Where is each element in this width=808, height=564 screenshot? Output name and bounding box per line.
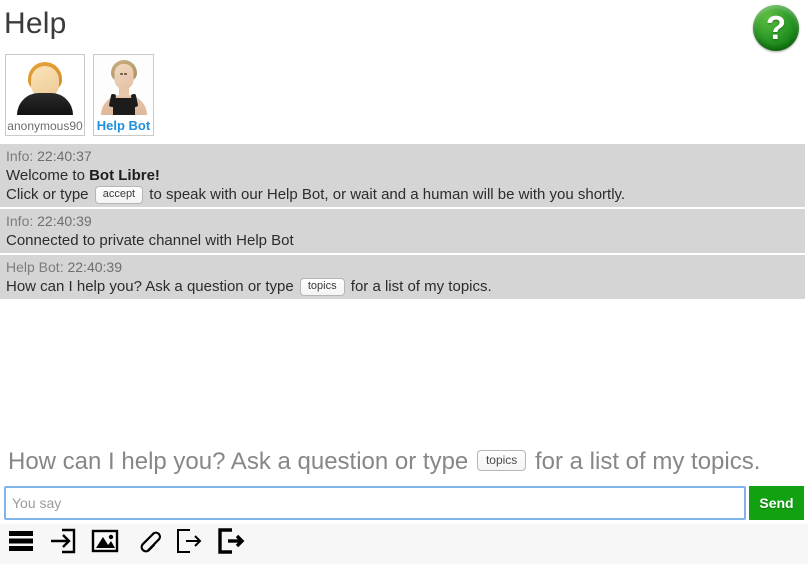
avatar [94, 55, 153, 115]
login-icon[interactable] [46, 524, 80, 558]
message-body: Connected to private channel with Help B… [6, 231, 799, 250]
message-sender: Help Bot: [6, 259, 64, 275]
participant-anonymous90[interactable]: anonymous90 [5, 54, 85, 136]
message-time: 22:40:37 [37, 148, 92, 164]
topics-button[interactable]: topics [300, 278, 345, 296]
message-time: 22:40:39 [67, 259, 122, 275]
message-body-line-1: Welcome to Bot Libre! [6, 166, 799, 185]
message-time: 22:40:39 [37, 213, 92, 229]
export-icon[interactable] [172, 524, 206, 558]
chat-message-row: Help Bot: 22:40:39 How can I help you? A… [0, 255, 805, 301]
chat-log[interactable]: Info: 22:40:37 Welcome to Bot Libre! Cli… [0, 144, 805, 440]
send-button[interactable]: Send [749, 486, 804, 520]
accept-prefix-text: Click or type [6, 186, 89, 203]
help-chat-page: Help ? anonymous90 [0, 0, 808, 564]
page-title: Help [4, 4, 67, 44]
chat-message-row: Info: 22:40:37 Welcome to Bot Libre! Cli… [0, 144, 805, 209]
help-icon-button[interactable]: ? [753, 5, 799, 51]
message-input-row: Send [4, 486, 804, 520]
image-icon[interactable] [88, 524, 122, 558]
topics-prefix-text: How can I help you? Ask a question or ty… [6, 278, 294, 295]
message-body-line-2: Click or type accept to speak with our H… [6, 185, 799, 204]
message-header: Info: 22:40:37 [6, 146, 799, 166]
message-sender: Info: [6, 148, 33, 164]
message-header: Info: 22:40:39 [6, 211, 799, 231]
prompt-prefix-text: How can I help you? Ask a question or ty… [8, 448, 468, 475]
message-body: How can I help you? Ask a question or ty… [6, 277, 799, 296]
avatar [6, 55, 84, 115]
participant-list: anonymous90 Help Bot [5, 54, 154, 136]
welcome-text: Welcome to [6, 167, 89, 184]
bot-prompt-line: How can I help you? Ask a question or ty… [8, 447, 798, 477]
participant-help-bot[interactable]: Help Bot [93, 54, 154, 136]
topics-suffix-text: for a list of my topics. [351, 278, 492, 295]
participant-name: Help Bot [94, 118, 153, 133]
accept-button[interactable]: accept [95, 186, 143, 204]
message-sender: Info: [6, 213, 33, 229]
chat-toolbar [0, 524, 808, 564]
participant-name: anonymous90 [6, 119, 84, 133]
exit-icon[interactable] [214, 524, 248, 558]
chat-message-row: Info: 22:40:39 Connected to private chan… [0, 209, 805, 255]
accept-suffix-text: to speak with our Help Bot, or wait and … [149, 186, 625, 203]
question-mark-icon: ? [753, 5, 799, 51]
message-header: Help Bot: 22:40:39 [6, 257, 799, 277]
prompt-suffix-text: for a list of my topics. [535, 448, 760, 475]
brand-name: Bot Libre! [89, 167, 160, 184]
prompt-topics-button[interactable]: topics [477, 450, 526, 471]
attachment-icon[interactable] [130, 524, 164, 558]
menu-icon[interactable] [4, 524, 38, 558]
chat-input[interactable] [4, 486, 746, 520]
